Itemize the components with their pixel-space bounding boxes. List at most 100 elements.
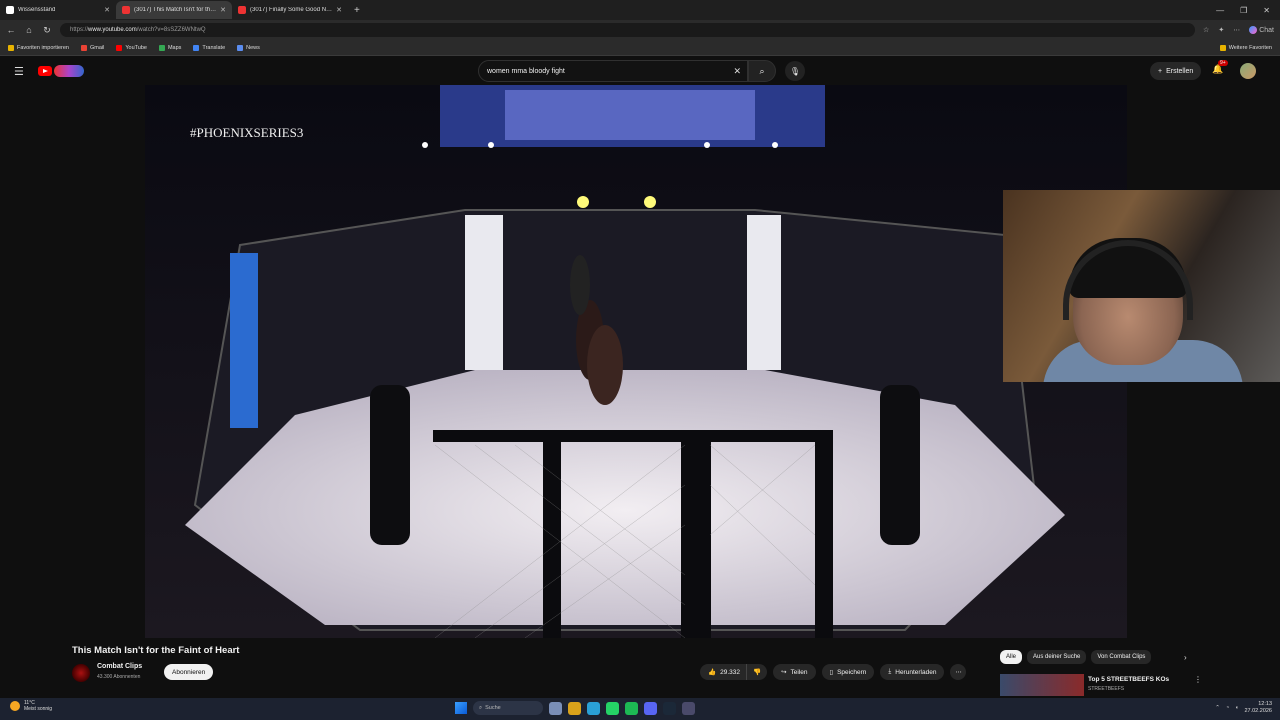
system-tray: ⌃ ◔ ◖ 12:13 27.02.2026 (1215, 701, 1272, 715)
file-explorer-icon[interactable] (568, 701, 581, 715)
subscribe-button[interactable]: Abonnieren (164, 664, 214, 680)
time: 12:13 (1258, 701, 1272, 707)
sponsor-banner (465, 215, 503, 370)
channel-avatar[interactable] (72, 664, 90, 682)
windows-start-icon[interactable] (455, 702, 467, 714)
save-button[interactable]: ▯ Speichern (821, 664, 875, 680)
video-actions: 👍 29.332 👎 ↪ Teilen ▯ Speichern ⤓ Herunterla… (700, 664, 967, 680)
tab-current-video[interactable]: (3017) This Match Isn't for the Fa... ✕ (116, 1, 232, 19)
url-field[interactable]: https://www.youtube.com/watch?v=8sSZZ6WN… (60, 23, 1196, 37)
taskbar-search-label: Suche (485, 705, 501, 711)
reload-icon[interactable]: ↻ (42, 25, 52, 36)
bookmark-label: Weitere Favoriten (1228, 44, 1272, 51)
recommended-thumbnail[interactable] (1000, 674, 1084, 696)
volume-icon[interactable]: ◖ (1235, 705, 1238, 711)
translate-icon (193, 44, 200, 51)
create-button[interactable]: + Erstellen (1150, 62, 1202, 80)
weather-text: Meist sonnig (24, 706, 53, 712)
more-vert-icon[interactable]: ⋮ (1194, 675, 1202, 684)
task-view-icon[interactable] (549, 701, 562, 715)
bookmark-more[interactable]: Weitere Favoriten (1219, 44, 1272, 51)
taskbar-search[interactable]: ⌕ Suche (473, 701, 543, 715)
camera-operator (880, 385, 920, 545)
home-icon[interactable]: ⌂ (24, 25, 34, 35)
search-button[interactable]: ⌕ (748, 60, 776, 82)
close-icon[interactable]: ✕ (104, 6, 110, 14)
chip-all[interactable]: Alle (1000, 650, 1023, 664)
close-window-icon[interactable]: ✕ (1263, 6, 1270, 15)
bookmark-label: Maps (167, 44, 182, 51)
maps-icon (158, 44, 165, 51)
menu-icon[interactable]: ☰ (14, 65, 24, 78)
url-prefix: https:// (70, 27, 89, 33)
close-icon[interactable]: ✕ (336, 6, 342, 14)
star-icon[interactable]: ☆ (1203, 26, 1209, 34)
minimize-icon[interactable]: — (1216, 6, 1224, 15)
steam-icon[interactable] (663, 701, 676, 715)
youtube-logo[interactable] (37, 65, 84, 77)
bookmark-translate[interactable]: Translate (193, 44, 226, 51)
whatsapp-icon[interactable] (606, 701, 619, 715)
account-avatar[interactable] (1240, 63, 1256, 79)
search-input[interactable]: women mma bloody fight ✕ (478, 60, 748, 82)
chevron-up-icon[interactable]: ⌃ (1215, 705, 1220, 711)
dislike-button[interactable]: 👎 (745, 664, 768, 680)
wifi-icon[interactable]: ◔ (1226, 705, 1229, 711)
bookmark-icon: ▯ (829, 669, 834, 676)
chevron-right-icon[interactable]: › (1184, 653, 1187, 662)
chip-from-search[interactable]: Aus deiner Suche (1027, 650, 1087, 664)
maximize-icon[interactable]: ❐ (1240, 6, 1247, 15)
video-frame: #PHOENIXSERIES3 (145, 85, 1127, 638)
date: 27.02.2026 (1244, 708, 1272, 714)
bookmark-gmail[interactable]: Gmail (80, 44, 105, 51)
bookmark-maps[interactable]: Maps (158, 44, 182, 51)
recommended-title[interactable]: Top 5 STREETBEEFS KOs (1088, 676, 1169, 683)
wissensstand-favicon-icon (6, 6, 14, 14)
download-label: Herunterladen (895, 668, 937, 676)
bookmark-label: Gmail (89, 44, 105, 51)
chat-button[interactable]: Chat (1249, 26, 1274, 34)
overlay-text: #PHOENIXSERIES3 (190, 125, 303, 140)
gmail-icon (80, 44, 87, 51)
tab-wissensstand[interactable]: Wissensstand ✕ (0, 1, 116, 19)
bookmark-import[interactable]: Favoriten importieren (8, 44, 69, 51)
spotify-icon[interactable] (625, 701, 638, 715)
edge-icon[interactable] (587, 701, 600, 715)
chip-from-channel[interactable]: Von Combat Clips (1091, 650, 1152, 664)
bookmark-news[interactable]: News (237, 44, 260, 51)
clock[interactable]: 12:13 27.02.2026 (1244, 701, 1272, 715)
voice-search-button[interactable]: 🎙 (785, 61, 805, 81)
video-player[interactable]: #PHOENIXSERIES3 (145, 85, 1127, 638)
share-button[interactable]: ↪ Teilen (773, 664, 816, 680)
extensions-icon[interactable]: ✦ (1218, 26, 1224, 34)
discord-icon[interactable] (644, 701, 657, 715)
app-icon[interactable] (682, 701, 695, 715)
share-icon: ↪ (781, 669, 787, 676)
tab-label: Wissensstand (18, 7, 56, 13)
address-bar: ← ⌂ ↻ https://www.youtube.com/watch?v=8s… (0, 20, 1280, 40)
new-tab-icon[interactable]: + (354, 5, 360, 16)
news-icon (237, 44, 244, 51)
channel-name[interactable]: Combat Clips (97, 663, 142, 670)
settings-icon[interactable]: ⋯ (1233, 26, 1240, 34)
thumbs-up-icon: 👍 (708, 669, 717, 676)
close-icon[interactable]: ✕ (220, 6, 226, 14)
bookmark-label: Translate (202, 44, 226, 51)
youtube-play-icon (37, 66, 52, 76)
like-button[interactable]: 👍 29.332 (700, 664, 746, 680)
fighter (587, 325, 623, 405)
share-label: Teilen (790, 668, 808, 676)
bookmark-youtube[interactable]: YouTube (116, 44, 147, 51)
tab-good-news[interactable]: (3017) Finally Some Good News A... ✕ (232, 1, 348, 19)
arena-light (577, 196, 589, 208)
save-label: Speichern (837, 668, 867, 676)
download-button[interactable]: ⤓ Herunterladen (880, 664, 945, 680)
notifications-button[interactable]: 🔔 9+ (1212, 60, 1228, 75)
bookmark-label: Favoriten importieren (17, 44, 69, 51)
more-icon: ⋯ (955, 669, 962, 676)
back-icon[interactable]: ← (6, 25, 16, 35)
clear-icon[interactable]: ✕ (733, 66, 741, 77)
recommended-channel[interactable]: STREETBEEFS (1088, 686, 1124, 692)
more-actions-button[interactable]: ⋯ (950, 664, 967, 680)
weather-widget[interactable]: 11°C Meist sonnig (10, 700, 52, 712)
